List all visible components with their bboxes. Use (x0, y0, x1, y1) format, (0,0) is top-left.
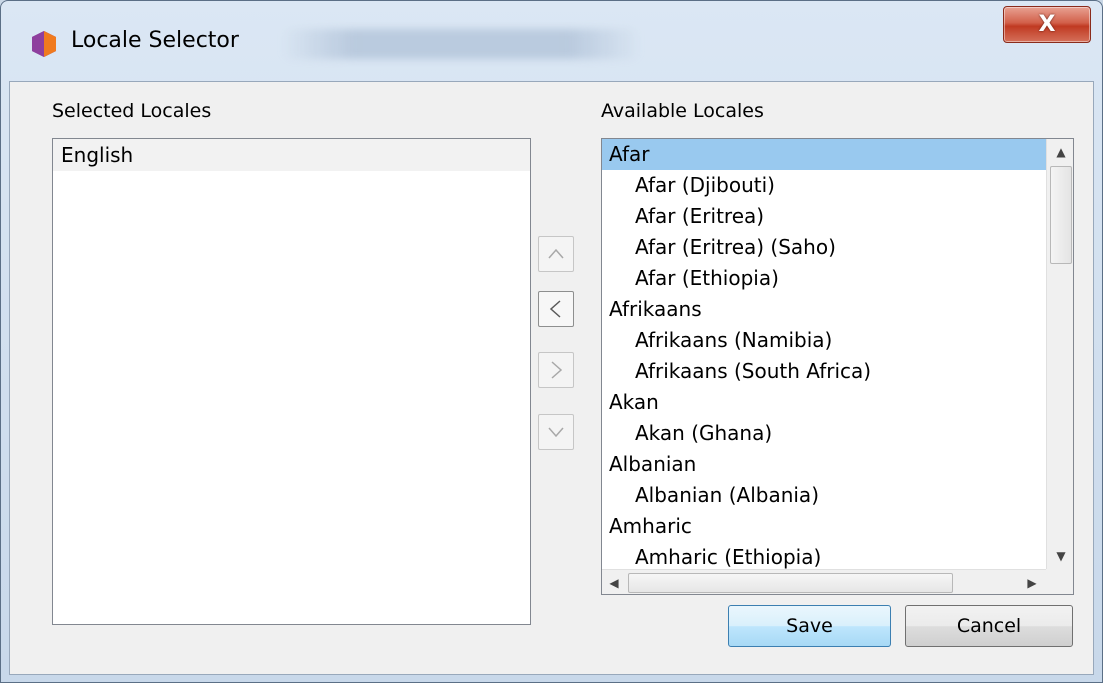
list-item[interactable]: Albanian (602, 449, 1046, 480)
chevron-up-icon (548, 248, 564, 259)
list-item[interactable]: Akan (602, 387, 1046, 418)
list-item[interactable]: Afar (Ethiopia) (602, 263, 1046, 294)
list-item[interactable]: Albanian (Albania) (602, 480, 1046, 511)
close-icon: X (1038, 12, 1056, 37)
selected-locales-label: Selected Locales (52, 100, 212, 122)
scroll-up-arrow-icon[interactable]: ▲ (1047, 139, 1073, 165)
list-item[interactable]: Amharic (Ethiopia) (602, 542, 1046, 569)
scrollbar-corner (1046, 569, 1073, 594)
move-down-button[interactable] (538, 414, 574, 450)
selected-locales-list[interactable]: English (52, 138, 531, 625)
list-item[interactable]: Afar (Eritrea) (602, 201, 1046, 232)
chevron-left-icon (549, 300, 561, 318)
list-item[interactable]: Afar (602, 139, 1046, 170)
horizontal-scroll-thumb[interactable] (628, 573, 953, 593)
list-item[interactable]: English (53, 139, 530, 171)
save-button[interactable]: Save (728, 605, 891, 647)
list-item[interactable]: Afar (Eritrea) (Saho) (602, 232, 1046, 263)
list-item[interactable]: Afrikaans (South Africa) (602, 356, 1046, 387)
add-locale-button[interactable] (538, 291, 574, 327)
list-item[interactable]: Afar (Djibouti) (602, 170, 1046, 201)
available-locales-items: Afar Afar (Djibouti) Afar (Eritrea) Afar (E… (602, 139, 1046, 569)
list-item[interactable]: Afrikaans (Namibia) (602, 325, 1046, 356)
chevron-right-icon (551, 361, 563, 379)
vertical-scrollbar[interactable]: ▲ ▼ (1046, 139, 1073, 569)
list-item[interactable]: Amharic (602, 511, 1046, 542)
available-locales-list[interactable]: Afar Afar (Djibouti) Afar (Eritrea) Afar (E… (601, 138, 1074, 595)
available-locales-label: Available Locales (601, 100, 764, 122)
scroll-left-arrow-icon[interactable]: ◀ (602, 570, 626, 594)
scroll-right-arrow-icon[interactable]: ▶ (1020, 570, 1044, 594)
cancel-button[interactable]: Cancel (905, 605, 1073, 647)
vertical-scroll-thumb[interactable] (1050, 166, 1072, 264)
remove-locale-button[interactable] (538, 352, 574, 388)
blurred-background-text (281, 29, 641, 59)
list-item[interactable]: Afrikaans (602, 294, 1046, 325)
list-item[interactable]: Akan (Ghana) (602, 418, 1046, 449)
locale-selector-window: Locale Selector X Selected Locales Avail… (0, 0, 1103, 683)
title-bar[interactable]: Locale Selector X (1, 1, 1102, 81)
dialog-body: Selected Locales Available Locales Engli… (9, 81, 1094, 675)
app-icon (32, 31, 56, 57)
move-up-button[interactable] (538, 236, 574, 272)
scroll-down-arrow-icon[interactable]: ▼ (1047, 543, 1073, 569)
chevron-down-icon (548, 427, 564, 438)
close-button[interactable]: X (1003, 6, 1091, 43)
window-title: Locale Selector (71, 28, 239, 53)
horizontal-scrollbar[interactable]: ◀ ▶ (602, 569, 1046, 594)
